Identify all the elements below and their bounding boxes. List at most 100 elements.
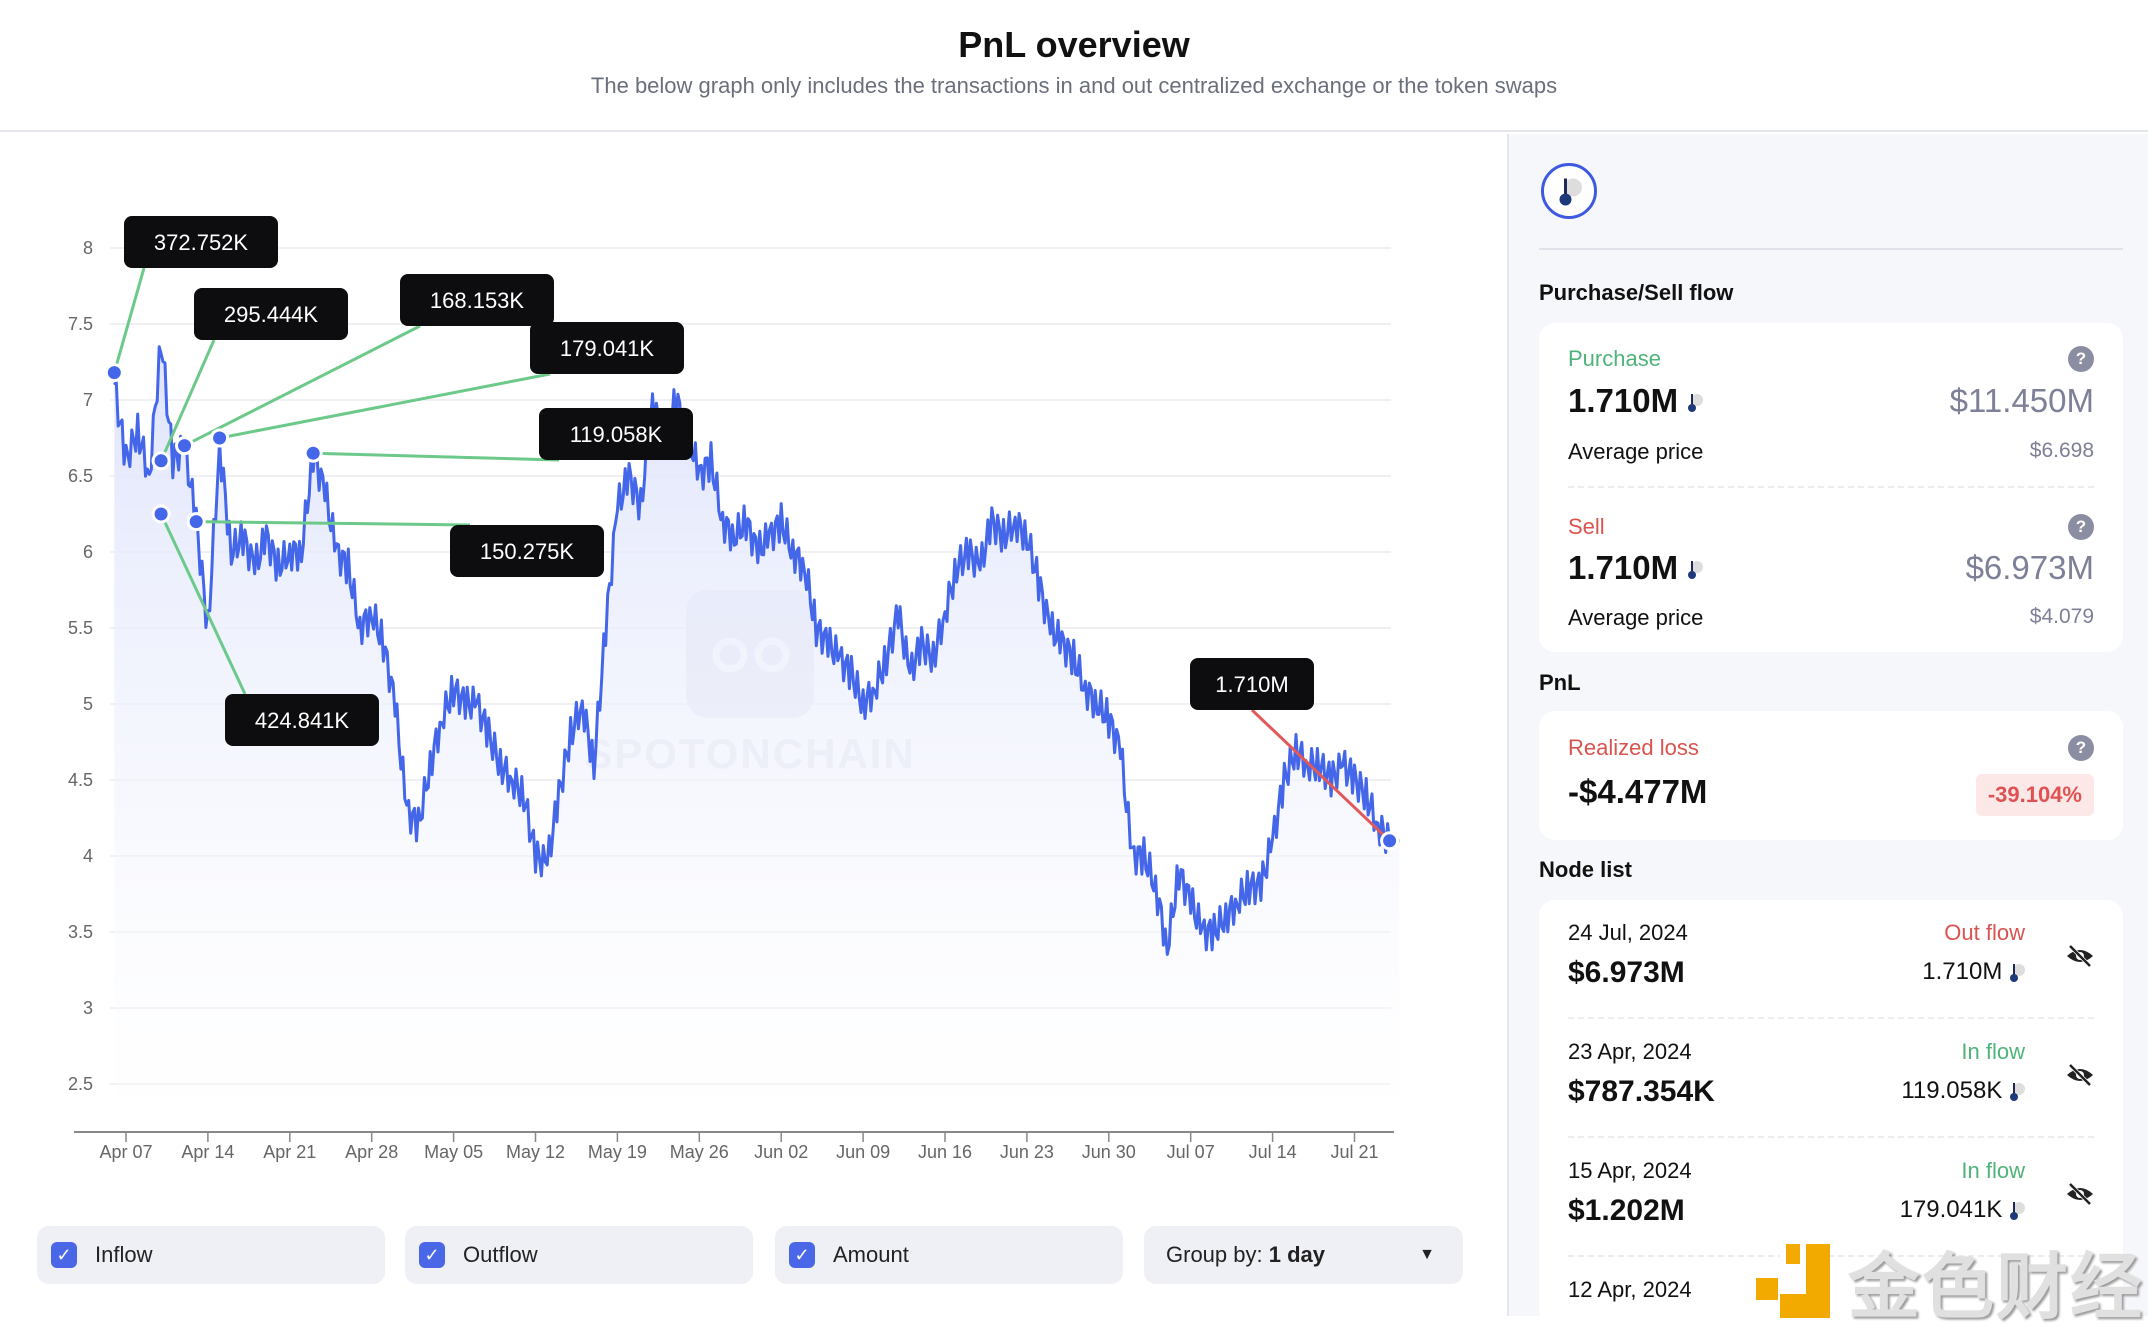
node-list-item[interactable]: 24 Jul, 2024 $6.973M Out flow 1.710M — [1539, 900, 2123, 1019]
token-icon — [2009, 962, 2025, 984]
checkbox-checked-icon[interactable]: ✓ — [51, 1242, 77, 1268]
y-tick-label: 6.5 — [68, 466, 93, 486]
annotation-leader-line — [112, 267, 146, 374]
node-date: 24 Jul, 2024 — [1568, 920, 1688, 945]
realized-loss-value: -$4.477M — [1568, 773, 1708, 810]
inflow-toggle[interactable]: ✓ Inflow — [37, 1226, 385, 1284]
annotation-point — [175, 436, 194, 456]
purchase-label: Purchase — [1568, 346, 1661, 371]
checkbox-checked-icon[interactable]: ✓ — [419, 1242, 445, 1268]
sell-value: $6.973M — [1965, 549, 2094, 586]
token-icon[interactable] — [1541, 163, 1597, 219]
node-flow-type: In flow — [1961, 1158, 2025, 1183]
node-date: 23 Apr, 2024 — [1568, 1039, 1692, 1064]
x-tick-label: Jun 02 — [754, 1142, 808, 1162]
node-amount: 179.041K — [1900, 1196, 2025, 1224]
x-tick-label: Jun 30 — [1082, 1142, 1136, 1162]
sell-label: Sell — [1568, 514, 1605, 539]
x-tick-label: Jul 14 — [1249, 1142, 1297, 1162]
node-flow-type: Out flow — [1944, 920, 2025, 945]
amount-toggle[interactable]: ✓ Amount — [775, 1226, 1123, 1284]
x-tick-label: Jun 09 — [836, 1142, 890, 1162]
y-tick-label: 3.5 — [68, 922, 93, 942]
annotation-label: 372.752K — [154, 230, 249, 255]
annotation-label: 1.710M — [1215, 672, 1288, 697]
token-icon — [2009, 1081, 2025, 1103]
x-tick-label: Apr 21 — [263, 1142, 316, 1162]
group-by-value: Group by: 1 day — [1166, 1242, 1325, 1267]
x-tick-label: Jun 16 — [918, 1142, 972, 1162]
node-value: $6.973M — [1568, 956, 1685, 989]
outflow-toggle[interactable]: ✓ Outflow — [405, 1226, 753, 1284]
annotation-label: 424.841K — [255, 708, 350, 733]
pnl-percent-badge: -39.104% — [1975, 774, 2094, 816]
help-icon[interactable]: ? — [2068, 735, 2094, 761]
sell-avg-price: $4.079 — [2029, 605, 2094, 628]
node-date: 15 Apr, 2024 — [1568, 1158, 1692, 1183]
purchase-amount: 1.710M — [1568, 382, 1704, 420]
y-tick-label: 5.5 — [68, 618, 93, 638]
x-tick-label: May 12 — [506, 1142, 565, 1162]
node-value: $1.202M — [1568, 1194, 1685, 1227]
help-icon[interactable]: ? — [2068, 346, 2094, 372]
annotation-leader-line — [183, 324, 421, 447]
checkbox-checked-icon[interactable]: ✓ — [789, 1242, 815, 1268]
y-tick-label: 4 — [83, 846, 93, 866]
y-tick-label: 8 — [83, 238, 93, 258]
x-tick-label: Jul 21 — [1330, 1142, 1378, 1162]
x-tick-label: Apr 07 — [99, 1142, 152, 1162]
x-tick-label: May 26 — [670, 1142, 729, 1162]
x-tick-label: Apr 28 — [345, 1142, 398, 1162]
pnl-chart: 87.576.565.554.543.532.5 SPOTONCHAIN Apr… — [68, 216, 1400, 1162]
y-tick-label: 7.5 — [68, 314, 93, 334]
group-by-select[interactable]: Group by: 1 day ▼ — [1144, 1226, 1463, 1284]
annotation-point — [1380, 831, 1400, 851]
avg-price-label: Average price — [1568, 439, 1704, 464]
annotation-point — [210, 428, 230, 448]
y-tick-label: 4.5 — [68, 770, 93, 790]
section-title-pnl: PnL — [1539, 670, 1581, 695]
annotation-label: 168.153K — [430, 288, 525, 313]
token-icon — [1687, 392, 1704, 414]
token-icon — [1687, 559, 1704, 581]
jinse-watermark-logo: 金色财经 — [1756, 1228, 2144, 1333]
annotation-label: 150.275K — [480, 539, 575, 564]
x-tick-label: May 05 — [424, 1142, 483, 1162]
annotation-label: 295.444K — [224, 302, 319, 327]
x-tick-label: May 19 — [588, 1142, 647, 1162]
section-title-nodes: Node list — [1539, 857, 1632, 882]
details-panel: Purchase/Sell flow Purchase ? 1.710M $11… — [1507, 134, 2148, 1325]
caret-down-icon: ▼ — [1419, 1246, 1435, 1263]
node-amount: 1.710M — [1922, 958, 2025, 986]
realized-loss-label: Realized loss — [1568, 735, 1699, 760]
node-value: $787.354K — [1568, 1075, 1715, 1108]
y-tick-label: 7 — [83, 390, 93, 410]
y-tick-label: 6 — [83, 542, 93, 562]
pnl-card: Realized loss ? -$4.477M -39.104% — [1539, 711, 2123, 840]
outflow-label: Outflow — [463, 1242, 538, 1267]
avg-price-label: Average price — [1568, 605, 1704, 630]
x-tick-label: Jul 07 — [1167, 1142, 1215, 1162]
purchase-value: $11.450M — [1949, 382, 2094, 419]
annotation-leader-line — [196, 520, 471, 527]
sell-amount: 1.710M — [1568, 549, 1704, 587]
divider — [1539, 248, 2123, 250]
amount-label: Amount — [833, 1242, 909, 1267]
eye-off-icon[interactable] — [2065, 944, 2095, 968]
x-tick-label: Apr 14 — [181, 1142, 234, 1162]
eye-off-icon[interactable] — [2065, 1182, 2095, 1206]
annotation-point — [186, 512, 206, 532]
y-tick-label: 5 — [83, 694, 93, 714]
annotation-point — [104, 363, 124, 383]
node-flow-type: In flow — [1961, 1039, 2025, 1064]
help-icon[interactable]: ? — [2068, 514, 2094, 540]
x-tick-label: Jun 23 — [1000, 1142, 1054, 1162]
node-list-item[interactable]: 23 Apr, 2024 $787.354K In flow 119.058K — [1539, 1019, 2123, 1138]
token-icon — [2009, 1200, 2025, 1222]
eye-off-icon[interactable] — [2065, 1063, 2095, 1087]
y-tick-label: 2.5 — [68, 1074, 93, 1094]
annotation-point — [151, 451, 171, 471]
purchase-sell-card: Purchase ? 1.710M $11.450M Average price… — [1539, 323, 2123, 652]
annotation-label: 119.058K — [570, 422, 663, 447]
node-date: 12 Apr, 2024 — [1568, 1277, 1692, 1302]
